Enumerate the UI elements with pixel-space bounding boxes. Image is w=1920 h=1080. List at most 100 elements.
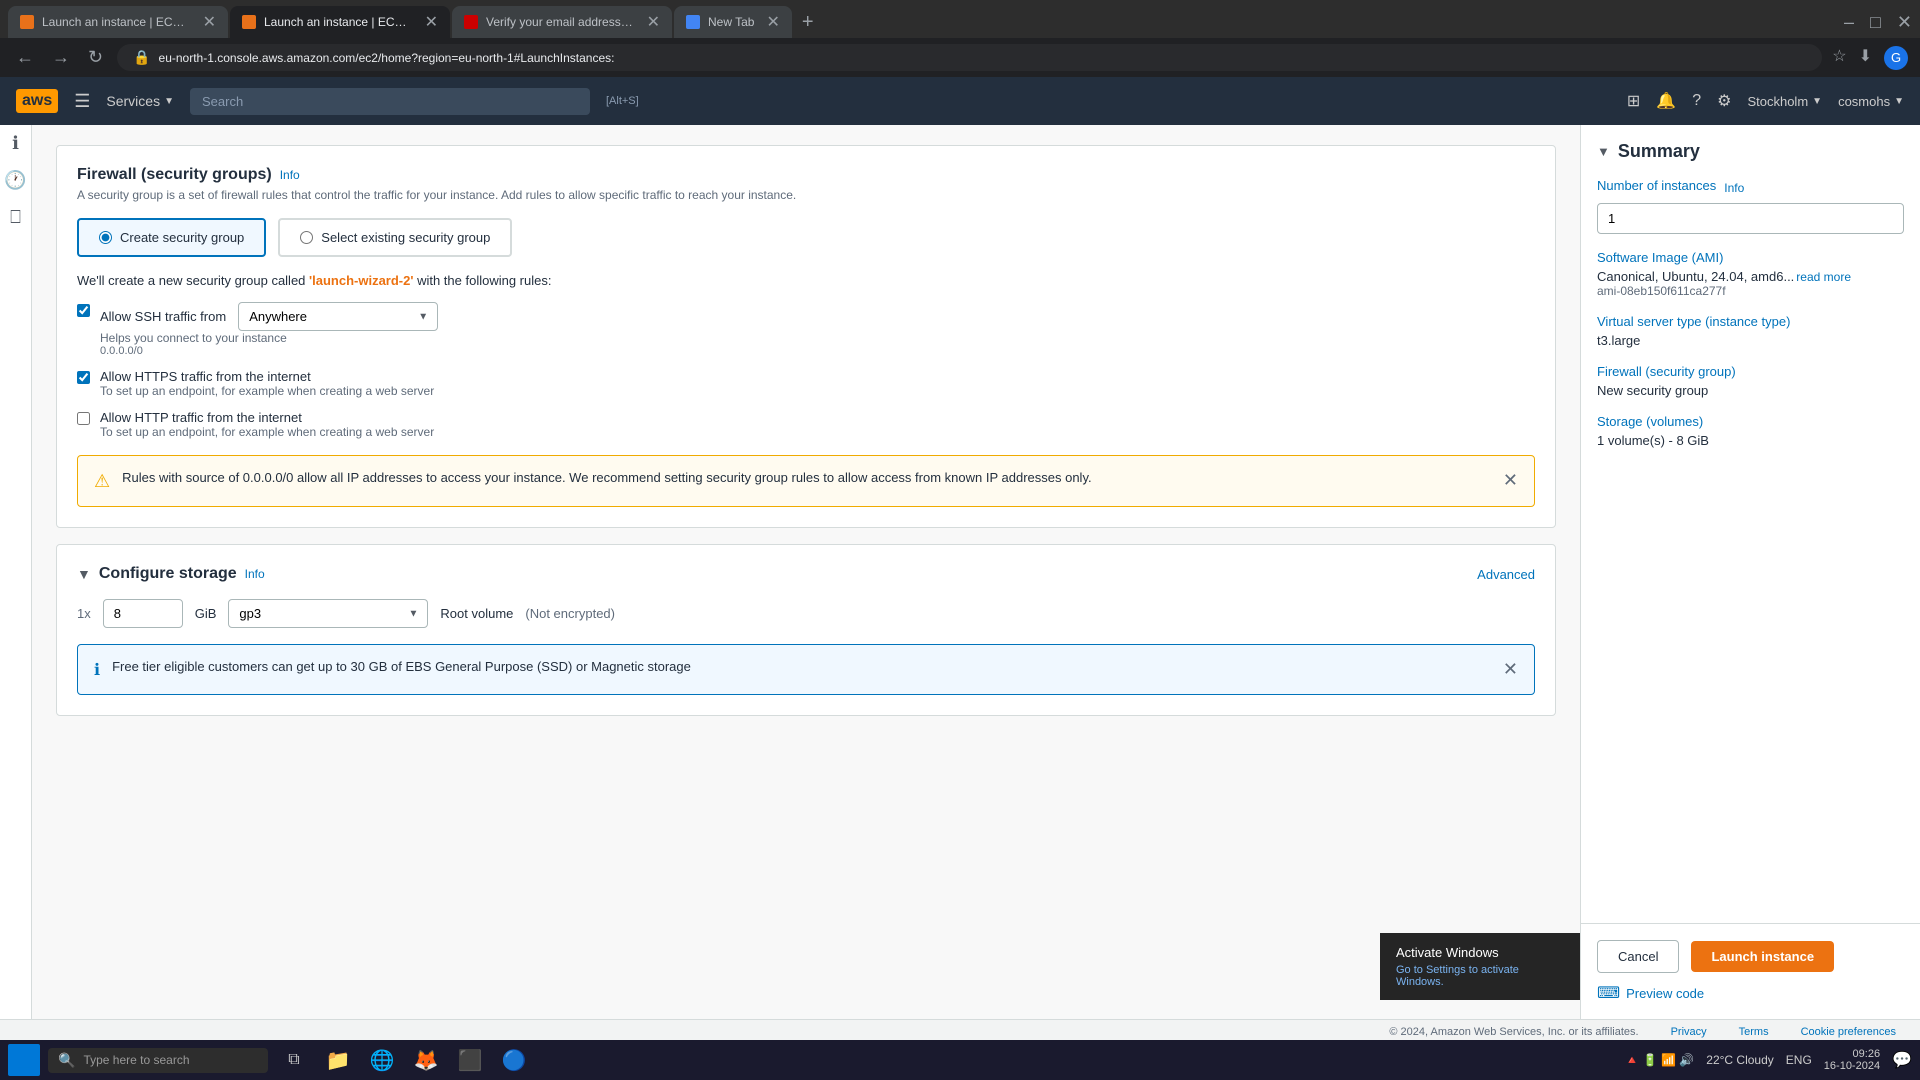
storage-advanced-link[interactable]: Advanced — [1477, 567, 1535, 582]
region-selector[interactable]: Stockholm ▼ — [1747, 94, 1822, 109]
sidebar-terminal-icon[interactable]: ⎕ — [10, 207, 21, 228]
sidebar-info-icon[interactable]: ℹ — [12, 133, 19, 154]
privacy-link[interactable]: Privacy — [1671, 1026, 1707, 1038]
sidebar-history-icon[interactable]: 🕐 — [4, 170, 26, 191]
notification-icon[interactable]: 💬 — [1892, 1050, 1912, 1070]
taskbar-search-input[interactable] — [83, 1053, 258, 1067]
instances-field: Number of instances Info — [1597, 178, 1904, 234]
bell-icon[interactable]: 🔔 — [1656, 91, 1676, 111]
new-tab-button[interactable]: + — [794, 11, 822, 34]
browser-tab-4[interactable]: New Tab ✕ — [674, 6, 792, 38]
instances-input[interactable] — [1597, 203, 1904, 234]
ssh-source-dropdown[interactable]: Anywhere My IP Custom — [238, 302, 438, 331]
download-icon[interactable]: ⬇ — [1859, 46, 1872, 70]
http-sub-label: To set up an endpoint, for example when … — [100, 425, 434, 439]
launch-instance-button[interactable]: Launch instance — [1691, 941, 1834, 972]
warning-close-button[interactable]: ✕ — [1503, 470, 1518, 491]
cookie-preferences-link[interactable]: Cookie preferences — [1801, 1026, 1896, 1038]
profile-icon[interactable]: G — [1884, 46, 1908, 70]
activate-windows-link[interactable]: Go to Settings to activate Windows. — [1396, 964, 1564, 988]
new-sg-description: We'll create a new security group called… — [77, 273, 1535, 288]
warning-box: ⚠ Rules with source of 0.0.0.0/0 allow a… — [77, 455, 1535, 507]
https-label-group: Allow HTTPS traffic from the internet To… — [100, 369, 434, 398]
instances-label[interactable]: Number of instances — [1597, 178, 1716, 193]
encryption-label: (Not encrypted) — [525, 606, 615, 621]
back-button[interactable]: ← — [12, 45, 38, 70]
free-tier-storage-close[interactable]: ✕ — [1503, 659, 1518, 680]
storage-summary-label[interactable]: Storage (volumes) — [1597, 414, 1900, 429]
summary-collapse-icon[interactable]: ▼ — [1597, 144, 1610, 159]
existing-sg-label: Select existing security group — [321, 230, 490, 245]
create-sg-radio[interactable] — [99, 231, 112, 244]
user-label: cosmohs — [1838, 94, 1890, 109]
help-icon[interactable]: ? — [1692, 92, 1701, 110]
reload-button[interactable]: ↻ — [84, 45, 107, 70]
warning-icon: ⚠ — [94, 471, 110, 492]
region-label: Stockholm — [1747, 94, 1808, 109]
volume-type-dropdown[interactable]: gp3 gp2 io1 — [228, 599, 428, 628]
start-button[interactable]: ⊞ — [8, 1044, 40, 1076]
ami-label[interactable]: Software Image (AMI) — [1597, 250, 1900, 265]
firewall-summary-label[interactable]: Firewall (security group) — [1597, 364, 1900, 379]
terminal-app[interactable]: ⬛ — [452, 1042, 488, 1078]
forward-button[interactable]: → — [48, 45, 74, 70]
services-menu[interactable]: Services ▼ — [106, 93, 174, 109]
volume-type-dropdown-wrapper: gp3 gp2 io1 — [228, 599, 428, 628]
close-window-button[interactable]: ✕ — [1897, 12, 1912, 33]
firewall-info-link[interactable]: Info — [280, 168, 300, 182]
folder-icon: 📁 — [326, 1048, 351, 1073]
address-actions: ☆ ⬇ G — [1832, 46, 1908, 70]
instances-info-link[interactable]: Info — [1724, 181, 1744, 195]
chrome-icon: 🌐 — [370, 1048, 395, 1073]
tab-close-4[interactable]: ✕ — [766, 12, 779, 32]
https-sub-label: To set up an endpoint, for example when … — [100, 384, 434, 398]
ami-id: ami-08eb150f611ca277f — [1597, 284, 1900, 298]
maximize-button[interactable]: □ — [1870, 12, 1881, 33]
existing-sg-radio[interactable] — [300, 231, 313, 244]
ssh-checkbox[interactable] — [77, 304, 90, 317]
address-bar[interactable]: 🔒 eu-north-1.console.aws.amazon.com/ec2/… — [117, 44, 1822, 71]
http-checkbox[interactable] — [77, 412, 90, 425]
instance-type-label[interactable]: Virtual server type (instance type) — [1597, 314, 1900, 329]
cancel-button[interactable]: Cancel — [1597, 940, 1679, 973]
main-layout: ℹ 🕐 ⎕ Firewall (security groups) Info A … — [0, 125, 1920, 1019]
weather-temp: 22°C Cloudy — [1706, 1053, 1774, 1067]
tab-close-1[interactable]: ✕ — [203, 12, 216, 32]
terminal-taskbar-icon: ⬛ — [458, 1048, 483, 1073]
minimize-button[interactable]: – — [1844, 12, 1854, 33]
existing-sg-option[interactable]: Select existing security group — [278, 218, 512, 257]
chrome-app[interactable]: 🌐 — [364, 1042, 400, 1078]
aws-logo[interactable]: aws — [16, 89, 58, 113]
create-sg-label: Create security group — [120, 230, 244, 245]
browser-tab-2[interactable]: Launch an instance | EC2 | eu-n... ✕ — [230, 6, 450, 38]
user-menu[interactable]: cosmohs ▼ — [1838, 94, 1904, 109]
ssh-sub-label: Helps you connect to your instance — [100, 331, 438, 345]
powershell-app[interactable]: 🔵 — [496, 1042, 532, 1078]
aws-search-input[interactable] — [190, 88, 590, 115]
browser-tab-3[interactable]: Verify your email address - cos... ✕ — [452, 6, 672, 38]
taskbar-right: 🔺 🔋 📶 🔊 22°C Cloudy ENG 09:26 16-10-2024… — [1625, 1048, 1913, 1072]
hamburger-icon[interactable]: ☰ — [74, 91, 90, 112]
storage-collapse-icon[interactable]: ▼ — [77, 566, 91, 582]
create-sg-option[interactable]: Create security group — [77, 218, 266, 257]
storage-summary-field: Storage (volumes) 1 volume(s) - 8 GiB — [1597, 414, 1900, 448]
browser-tab-1[interactable]: Launch an instance | EC2 | eu-n... ✕ — [8, 6, 228, 38]
file-explorer-app[interactable]: 📁 — [320, 1042, 356, 1078]
bookmark-icon[interactable]: ☆ — [1832, 46, 1846, 70]
tab-close-3[interactable]: ✕ — [647, 12, 660, 32]
preview-code-button[interactable]: ⌨ Preview code — [1597, 983, 1904, 1003]
tab-close-2[interactable]: ✕ — [425, 12, 438, 32]
terms-link[interactable]: Terms — [1739, 1026, 1769, 1038]
firefox-app[interactable]: 🦊 — [408, 1042, 444, 1078]
tab-title-1: Launch an instance | EC2 | eu-n... — [42, 15, 191, 29]
storage-gib-input[interactable] — [103, 599, 183, 628]
taskbar-search-container[interactable]: 🔍 — [48, 1048, 268, 1073]
warning-text: Rules with source of 0.0.0.0/0 allow all… — [122, 470, 1491, 485]
https-checkbox[interactable] — [77, 371, 90, 384]
task-view-button[interactable]: ⧉ — [276, 1042, 312, 1078]
settings-icon[interactable]: ⚙ — [1717, 91, 1731, 111]
storage-info-link[interactable]: Info — [245, 567, 265, 581]
ami-read-more-link[interactable]: read more — [1796, 270, 1851, 284]
system-tray-icons: 🔺 🔋 📶 🔊 — [1625, 1053, 1695, 1067]
cloud9-icon[interactable]: ⊞ — [1627, 91, 1640, 111]
